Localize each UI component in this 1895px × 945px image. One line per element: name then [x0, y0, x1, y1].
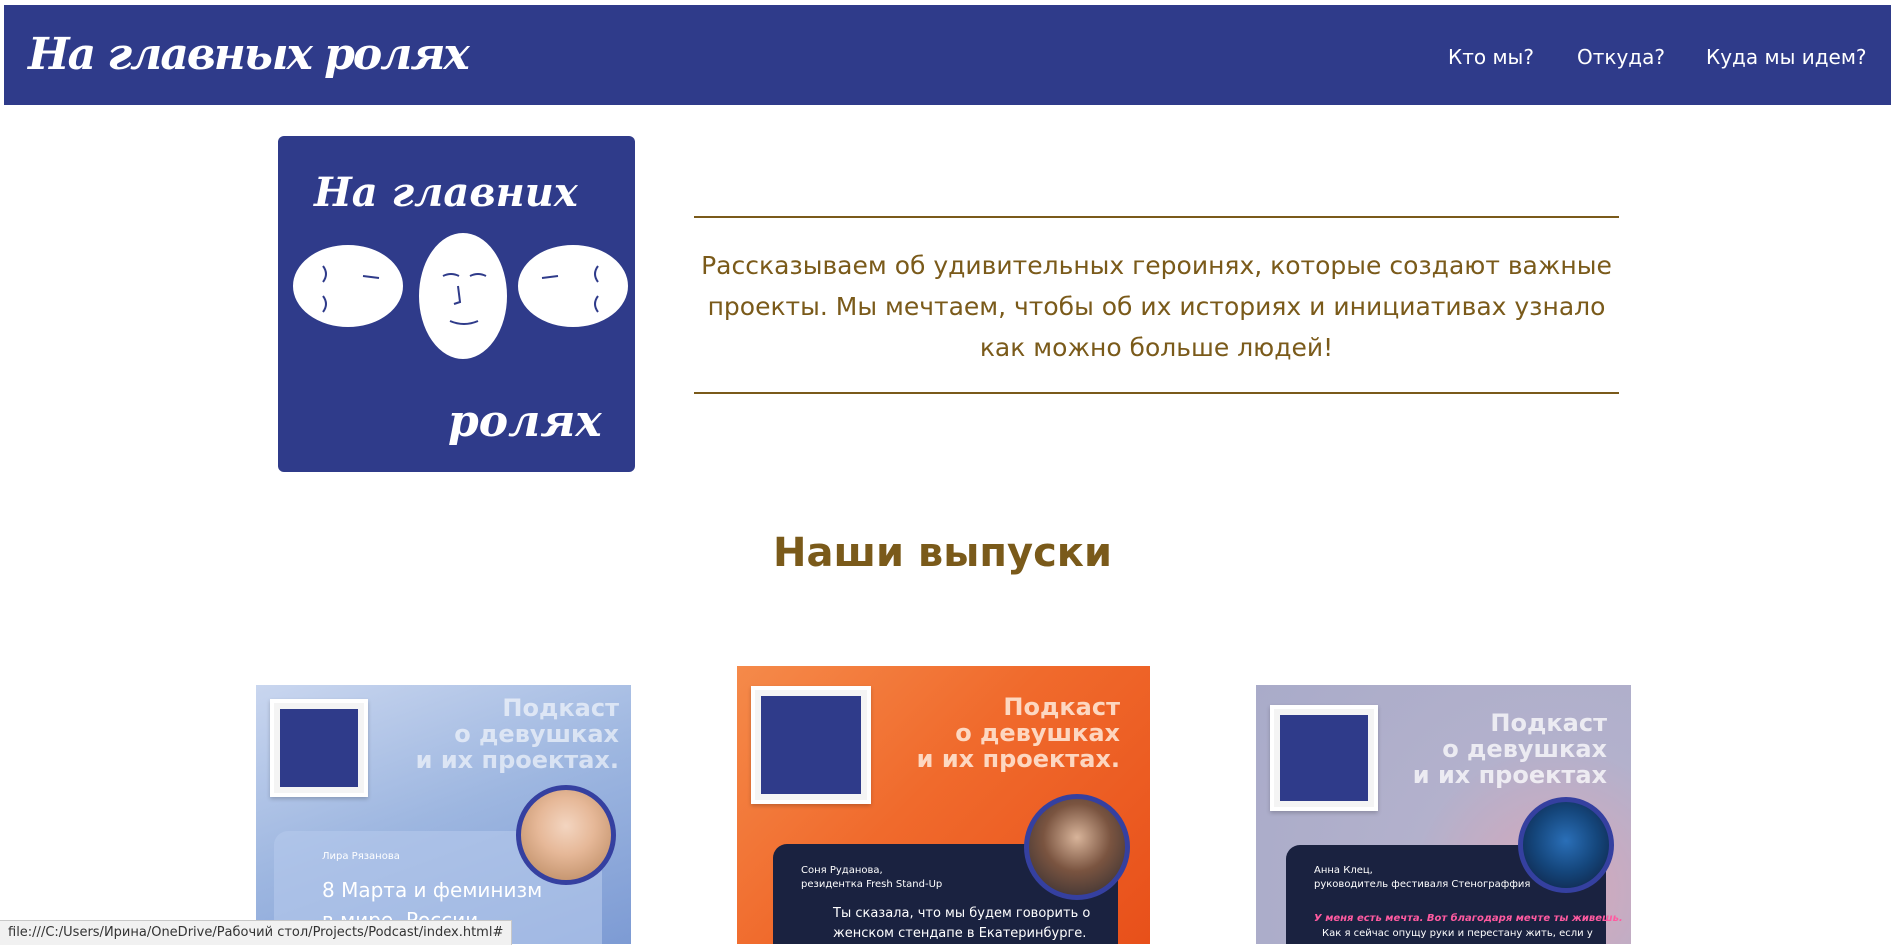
tagline-text: Рассказываем об удивительных героинях, к…	[701, 251, 1612, 362]
episode-quote: Ты сказала, что мы будем говорить о женс…	[833, 906, 1091, 941]
guest-name: Соня Руданова, резидентка Fresh Stand-Up	[801, 865, 943, 890]
episode-headline: Подкаст о девушках и их проектах.	[916, 693, 1120, 773]
top-navbar: На главных ролях Кто мы? Откуда? Куда мы…	[4, 5, 1891, 105]
browser-status-bar: file:///C:/Users/Ирина/OneDrive/Рабочий …	[0, 920, 513, 945]
episodes-section-title: Наши выпуски	[773, 530, 1112, 576]
guest-avatar	[1518, 797, 1614, 893]
episode-card[interactable]: Подкаст о девушках и их проектах Анна Кл…	[1256, 685, 1631, 944]
episode-thumbnail	[270, 699, 368, 797]
episode-thumbnail	[1270, 705, 1378, 811]
episode-thumbnail	[751, 686, 871, 804]
episode-card[interactable]: Подкаст о девушках и их проектах. Лира Р…	[256, 685, 631, 944]
guest-avatar	[1024, 794, 1130, 900]
episode-quote-highlight: У меня есть мечта. Вот благодаря мечте т…	[1314, 913, 1623, 924]
tagline-bottom-rule	[694, 392, 1619, 394]
guest-avatar	[516, 785, 616, 885]
tagline-top-rule	[694, 216, 1619, 218]
episode-headline: Подкаст о девушках и их проектах	[1412, 709, 1607, 789]
guest-name: Анна Клец, руководитель фестиваля Стеног…	[1314, 865, 1531, 890]
podcast-logo-image: На главних ролях	[278, 136, 635, 472]
episode-headline: Подкаст о девушках и их проектах.	[415, 694, 619, 774]
logo-text-bottom: ролях	[448, 396, 602, 447]
nav-link-who-we-are[interactable]: Кто мы?	[1448, 45, 1534, 69]
nav-link-where-going[interactable]: Куда мы идем?	[1706, 45, 1867, 69]
logo-text-top: На главних	[313, 169, 579, 216]
brand-logo-link[interactable]: На главных ролях	[28, 27, 470, 83]
episode-quote: Как я сейчас опущу руки и перестану жить…	[1322, 928, 1593, 939]
guest-name: Лира Рязанова	[322, 851, 400, 862]
episode-card[interactable]: Подкаст о девушках и их проектах. Соня Р…	[737, 666, 1150, 944]
nav-link-where-from[interactable]: Откуда?	[1577, 45, 1665, 69]
